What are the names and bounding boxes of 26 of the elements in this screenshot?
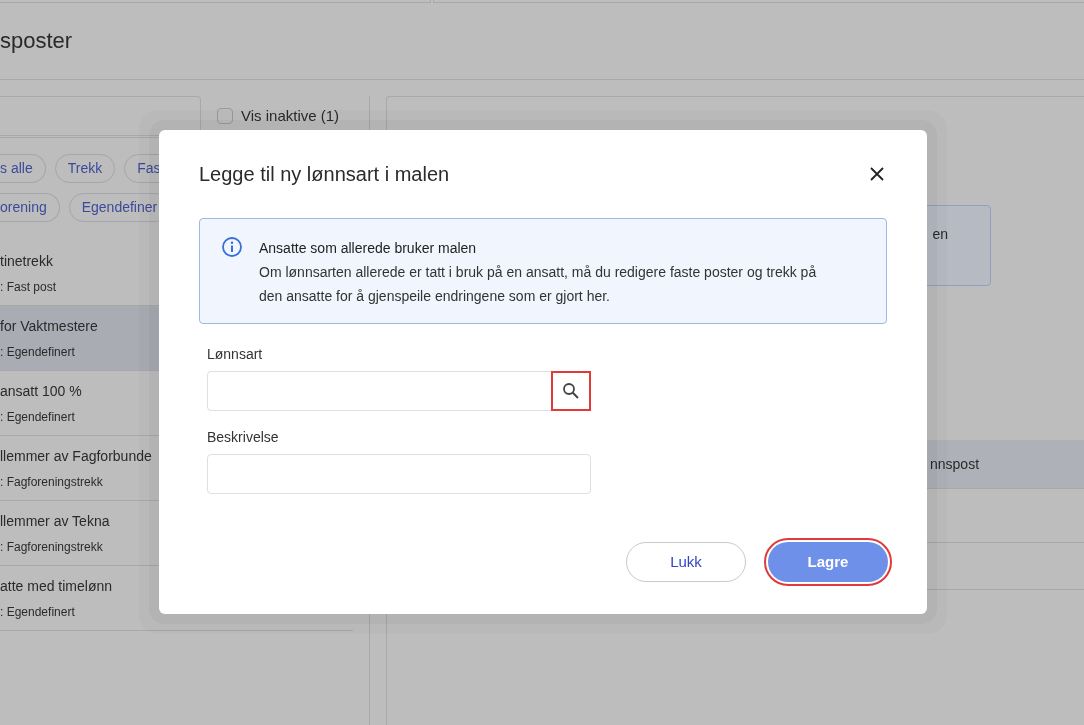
column-header: nnspost: [930, 454, 980, 474]
search-icon: [562, 382, 580, 400]
item-type: : Egendefinert: [0, 408, 75, 426]
item-name: for Vaktmestere: [0, 316, 98, 336]
field-label: Beskrivelse: [207, 428, 279, 446]
item-name: tinetrekk: [0, 251, 53, 271]
checkbox[interactable]: [217, 108, 233, 124]
item-type: : Fagforeningstrekk: [0, 538, 103, 556]
item-name: llemmer av Tekna: [0, 511, 110, 531]
info-heading: Ansatte som allerede bruker malen: [259, 239, 477, 258]
item-name: ansatt 100 %: [0, 381, 82, 401]
notice-text: en: [932, 225, 948, 244]
input-field[interactable]: [207, 454, 591, 494]
info-text: Om lønnsarten allerede er tatt i bruk på en ansatt, må du redigere faste poster og trekk på den ansatte for å gjenspeile endringene som er gjort her.: [259, 263, 818, 306]
search-button[interactable]: [551, 371, 591, 411]
item-type: : Fagforeningstrekk: [0, 473, 103, 491]
item-name: atte med timelønn: [0, 576, 113, 596]
item-type: : Fast post: [0, 278, 57, 296]
field-label: Lønnsart: [207, 345, 263, 363]
item-name: llemmer av Fagforbunde: [0, 446, 152, 466]
checkbox-label: Vis inaktive (1): [241, 105, 340, 126]
item-type: : Egendefinert: [0, 343, 75, 361]
item-type: : Egendefinert: [0, 603, 75, 621]
dialog-title: Legge til ny lønnsart i malen: [199, 162, 450, 187]
info-icon: [221, 236, 243, 258]
page-title: sposter: [0, 30, 73, 52]
